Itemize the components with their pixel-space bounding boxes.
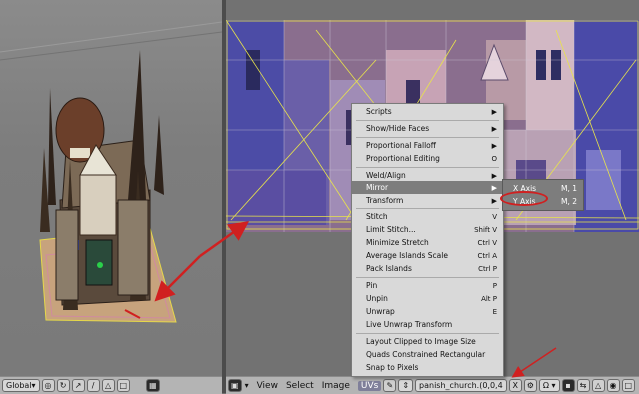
snap-select[interactable]: Ω ▾ bbox=[538, 379, 560, 392]
pin-icon[interactable]: ✎ bbox=[383, 379, 397, 392]
submenu-arrow-icon: ▶ bbox=[491, 183, 497, 192]
menu-item-label: Average Islands Scale bbox=[366, 251, 448, 260]
menu-uvs[interactable]: UVs bbox=[357, 380, 382, 391]
menu-item-label: Live Unwrap Transform bbox=[366, 320, 453, 329]
menu-item-label: Pack Islands bbox=[366, 264, 412, 273]
menu-item-average-islands-scale[interactable]: Average Islands Scale Ctrl A bbox=[352, 249, 503, 262]
submenu-item-shortcut: M, 1 bbox=[560, 184, 577, 193]
menu-item-unpin[interactable]: Unpin Alt P bbox=[352, 292, 503, 305]
menu-item-label: Pin bbox=[366, 281, 378, 290]
viewport-header: Global ▾ ◎ ↻ ↗ / △ □ ▦ bbox=[0, 376, 222, 394]
annotation-circle bbox=[500, 191, 548, 206]
menu-divider bbox=[356, 137, 499, 138]
image-name: panish_church.(0,0,4 bbox=[419, 381, 503, 390]
rotate-icon[interactable]: / bbox=[86, 379, 100, 392]
menu-item-stitch[interactable]: Stitch V bbox=[352, 210, 503, 223]
menu-image[interactable]: Image bbox=[322, 381, 350, 391]
menu-divider bbox=[356, 208, 499, 209]
layer-icon[interactable]: □ bbox=[116, 379, 131, 392]
menu-item-label: Layout Clipped to Image Size bbox=[366, 337, 476, 346]
sync-icon[interactable]: ⇆ bbox=[576, 379, 590, 392]
menu-item-transform[interactable]: Transform ▶ bbox=[352, 194, 503, 207]
menu-item-shortcut: O bbox=[491, 154, 497, 163]
menu-item-proportional-falloff[interactable]: Proportional Falloff ▶ bbox=[352, 139, 503, 152]
menu-item-live-unwrap-transform[interactable]: Live Unwrap Transform bbox=[352, 318, 503, 331]
menu-view[interactable]: View bbox=[257, 381, 278, 391]
menu-item-shortcut: V bbox=[492, 212, 497, 221]
menu-item-shortcut: Alt P bbox=[481, 294, 497, 303]
menu-item-label: Unpin bbox=[366, 294, 388, 303]
menu-item-label: Minimize Stretch bbox=[366, 238, 429, 247]
menu-item-quads-constrained[interactable]: Quads Constrained Rectangular bbox=[352, 348, 503, 361]
submenu-item-shortcut: M, 2 bbox=[560, 197, 577, 206]
menu-item-unwrap[interactable]: Unwrap E bbox=[352, 305, 503, 318]
3d-viewport[interactable] bbox=[0, 0, 222, 376]
image-browse-select[interactable]: ⇕ bbox=[398, 379, 414, 392]
menu-item-label: Mirror bbox=[366, 183, 389, 192]
menu-divider bbox=[356, 120, 499, 121]
menu-item-label: Proportional Falloff bbox=[366, 141, 436, 150]
triangle-icon[interactable]: △ bbox=[591, 379, 605, 392]
menu-item-label: Limit Stitch... bbox=[366, 225, 416, 234]
paint-icon[interactable]: ▪ bbox=[561, 379, 575, 392]
submenu-arrow-icon: ▶ bbox=[491, 196, 497, 205]
menu-item-pack-islands[interactable]: Pack Islands Ctrl P bbox=[352, 262, 503, 275]
chevron-down-icon[interactable]: ▾ bbox=[245, 381, 249, 390]
menu-item-layout-clipped[interactable]: Layout Clipped to Image Size bbox=[352, 335, 503, 348]
menu-item-label: Show/Hide Faces bbox=[366, 124, 430, 133]
menu-select[interactable]: Select bbox=[286, 381, 314, 391]
chevron-down-icon: ▾ bbox=[31, 381, 36, 390]
church-model-render bbox=[0, 21, 222, 323]
menu-item-scripts[interactable]: Scripts ▶ bbox=[352, 105, 503, 118]
close-icon[interactable]: X bbox=[508, 379, 522, 392]
menu-item-label: Proportional Editing bbox=[366, 154, 440, 163]
submenu-arrow-icon: ▶ bbox=[491, 107, 497, 116]
menu-item-shortcut: Ctrl P bbox=[478, 264, 497, 273]
menu-item-shortcut: Ctrl A bbox=[477, 251, 497, 260]
menu-item-shortcut: Shift V bbox=[474, 225, 497, 234]
scale-icon[interactable]: △ bbox=[101, 379, 115, 392]
orientation-label: Global bbox=[6, 381, 32, 390]
camera-icon[interactable]: ◉ bbox=[606, 379, 620, 392]
menu-item-snap-to-pixels[interactable]: Snap to Pixels bbox=[352, 361, 503, 374]
uv-editor-header: ▣ ▾ View Select Image UVs ✎ ⇕ panish_chu… bbox=[226, 376, 639, 394]
menu-item-label: Unwrap bbox=[366, 307, 395, 316]
manipulator-icon[interactable]: ↻ bbox=[56, 379, 70, 392]
pivot-icon[interactable]: ◎ bbox=[41, 379, 55, 392]
editor-type-icon[interactable]: ▣ bbox=[228, 379, 242, 392]
translate-icon[interactable]: ↗ bbox=[71, 379, 85, 392]
menu-item-show-hide-faces[interactable]: Show/Hide Faces ▶ bbox=[352, 122, 503, 135]
menu-item-label: Transform bbox=[366, 196, 404, 205]
menu-item-limit-stitch[interactable]: Limit Stitch... Shift V bbox=[352, 223, 503, 236]
uvs-menu: Scripts ▶ Show/Hide Faces ▶ Proportional F… bbox=[351, 103, 504, 377]
menu-divider bbox=[356, 277, 499, 278]
lock-icon[interactable]: ⚙ bbox=[523, 379, 537, 392]
orientation-select[interactable]: Global ▾ bbox=[2, 379, 40, 392]
submenu-arrow-icon: ▶ bbox=[491, 124, 497, 133]
display-icon[interactable]: □ bbox=[621, 379, 636, 392]
menu-divider bbox=[356, 167, 499, 168]
menu-item-label: Weld/Align bbox=[366, 171, 406, 180]
image-name-field[interactable]: panish_church.(0,0,4 bbox=[415, 379, 507, 392]
menu-divider bbox=[356, 333, 499, 334]
menu-item-proportional-editing[interactable]: Proportional Editing O bbox=[352, 152, 503, 165]
render-icon[interactable]: ▦ bbox=[146, 379, 160, 392]
menu-item-shortcut: E bbox=[492, 307, 497, 316]
menu-item-label: Quads Constrained Rectangular bbox=[366, 350, 486, 359]
menu-item-mirror[interactable]: Mirror ▶ bbox=[352, 181, 503, 194]
submenu-arrow-icon: ▶ bbox=[491, 171, 497, 180]
submenu-arrow-icon: ▶ bbox=[491, 141, 497, 150]
menu-item-label: Stitch bbox=[366, 212, 388, 221]
menu-item-pin[interactable]: Pin P bbox=[352, 279, 503, 292]
menu-item-minimize-stretch[interactable]: Minimize Stretch Ctrl V bbox=[352, 236, 503, 249]
menu-item-shortcut: Ctrl V bbox=[477, 238, 497, 247]
menu-item-shortcut: P bbox=[492, 281, 497, 290]
menu-item-label: Snap to Pixels bbox=[366, 363, 419, 372]
menu-item-label: Scripts bbox=[366, 107, 392, 116]
